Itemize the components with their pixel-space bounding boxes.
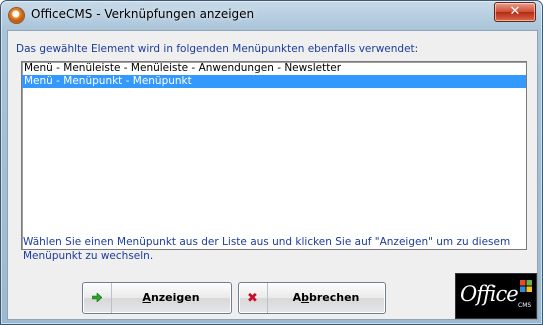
windows-flag-icon <box>520 280 532 292</box>
show-button-label: Anzeigen <box>111 291 231 304</box>
red-x-icon: ✖ <box>247 291 258 306</box>
app-icon[interactable] <box>9 8 24 23</box>
green-arrow-icon <box>92 293 102 302</box>
window-title: OfficeCMS - Verknüpfungen anzeigen <box>31 7 255 21</box>
description-label: Das gewählte Element wird in folgenden M… <box>16 43 419 55</box>
show-accesskey: A <box>142 291 151 304</box>
show-button-icon-cell <box>83 283 112 313</box>
title-bar[interactable]: OfficeCMS - Verknüpfungen anzeigen ✕ <box>1 1 542 29</box>
menu-usage-listbox[interactable]: Menü - Menüleiste - Menüleiste - Anwendu… <box>21 61 527 250</box>
cancel-button[interactable]: ✖ Abbrechen <box>238 282 386 314</box>
hint-text: Wählen Sie einen Menüpunkt aus der Liste… <box>23 236 511 262</box>
cancel-accesskey: b <box>301 291 309 304</box>
cancel-button-label: Abbrechen <box>267 291 385 304</box>
cancel-label-rest: brechen <box>308 291 360 304</box>
logo-subtext: CMS <box>518 302 532 309</box>
list-item-selected[interactable]: Menü - Menüpunkt - Menüpunkt <box>22 75 526 88</box>
cancel-button-icon-cell: ✖ <box>239 283 268 313</box>
list-item[interactable]: Menü - Menüleiste - Menüleiste - Anwendu… <box>22 62 526 75</box>
logo-text: Office <box>460 282 519 306</box>
show-label-rest: nzeigen <box>150 291 200 304</box>
dialog-window: OfficeCMS - Verknüpfungen anzeigen ✕ Das… <box>0 0 543 325</box>
dialog-client-area: Das gewählte Element wird in folgenden M… <box>7 30 538 320</box>
officecms-logo: Office CMS <box>455 273 537 319</box>
show-button[interactable]: Anzeigen <box>82 282 232 314</box>
close-button[interactable]: ✕ <box>494 2 536 22</box>
cancel-label-first: A <box>292 291 302 304</box>
